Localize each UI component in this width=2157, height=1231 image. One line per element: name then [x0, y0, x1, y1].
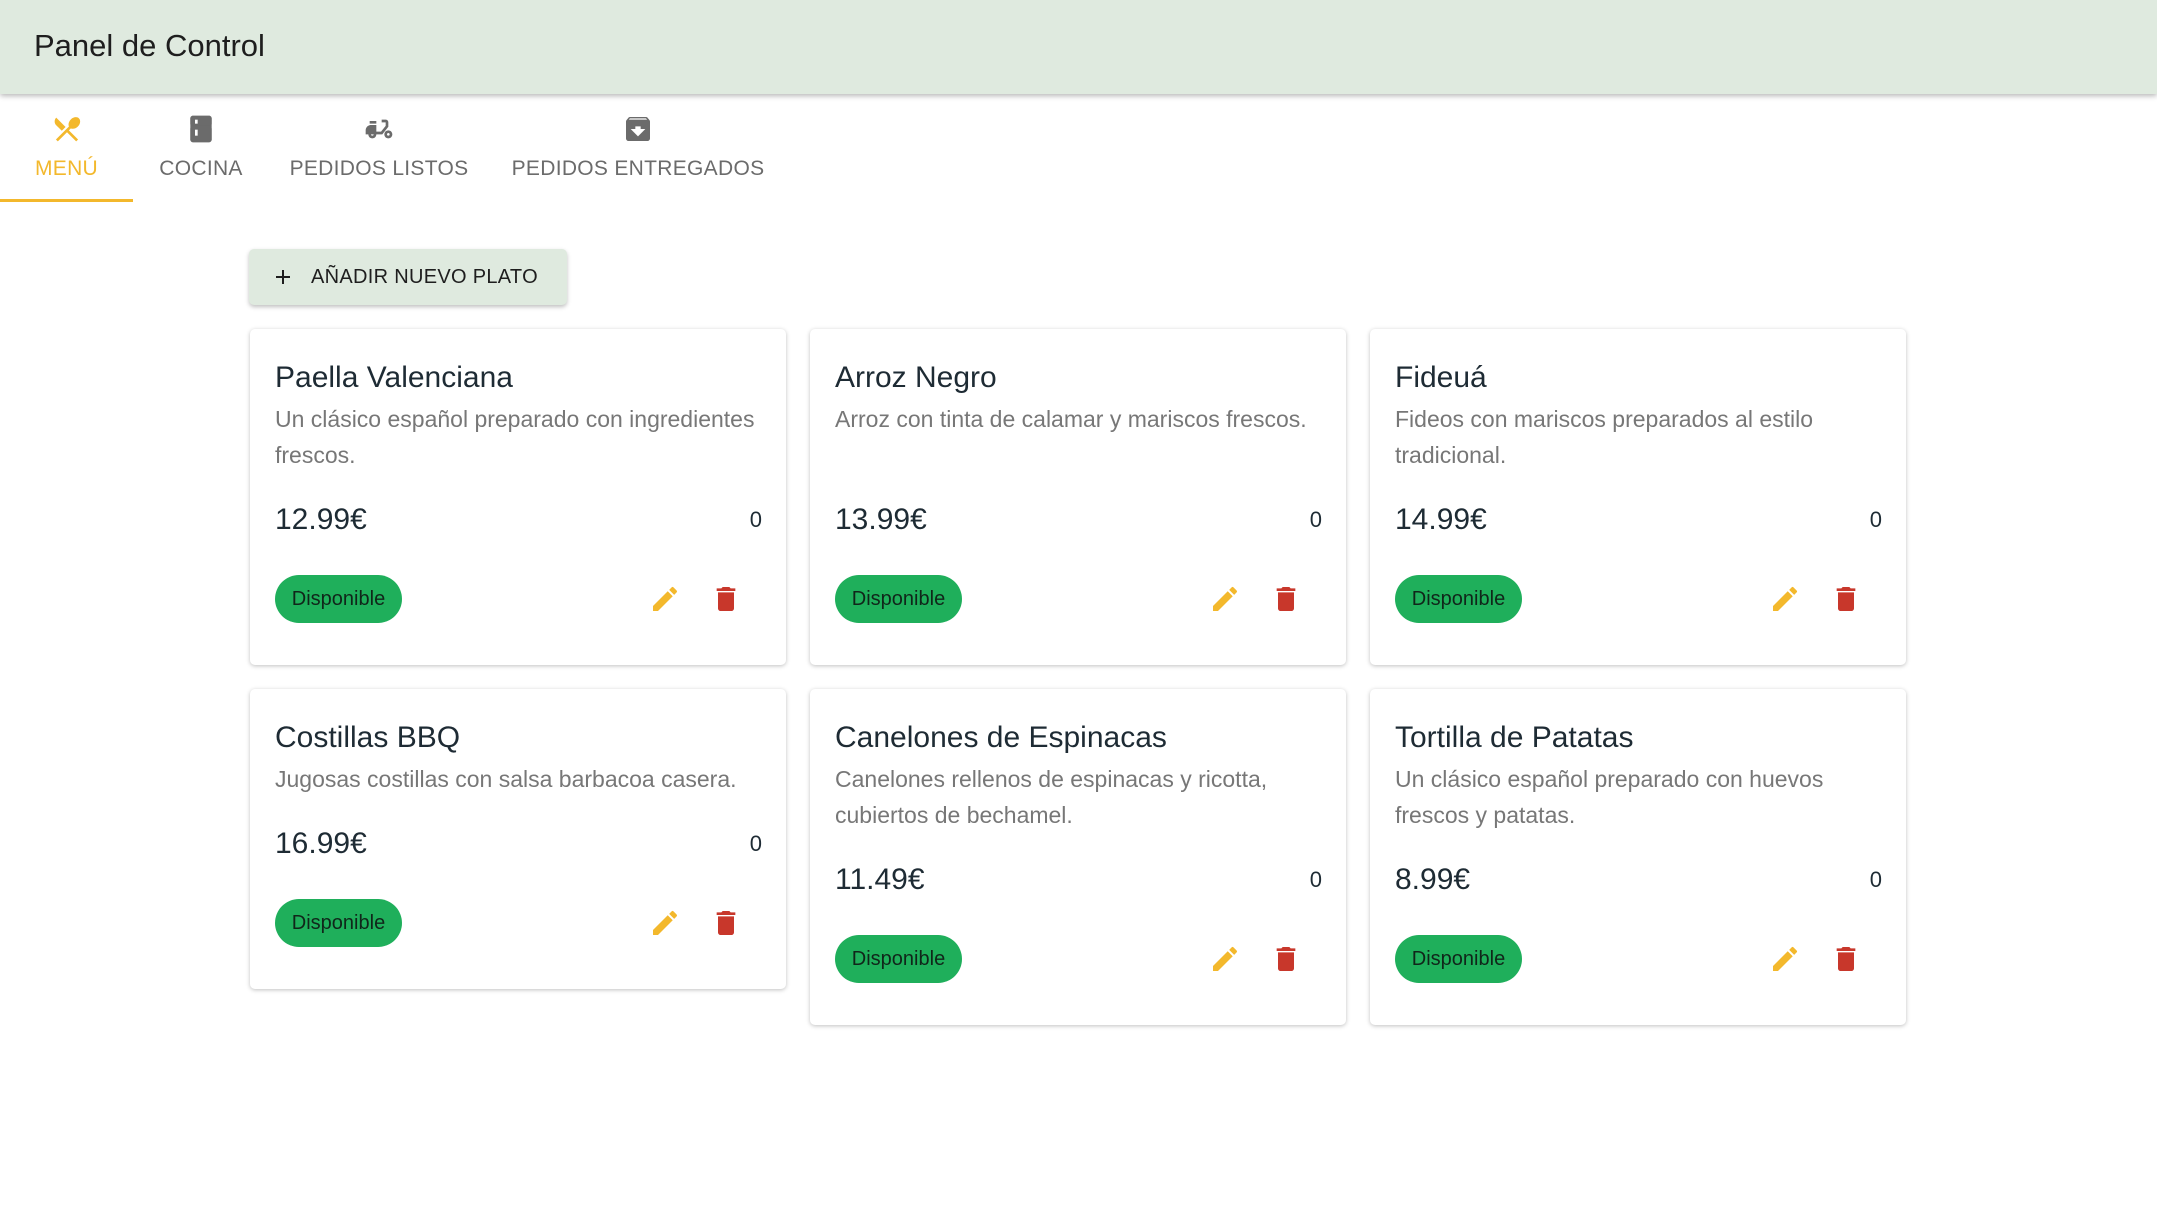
dish-card: Paella Valenciana Un clásico español pre… — [250, 329, 786, 665]
pencil-icon — [1213, 586, 1238, 611]
dish-price: 13.99€ — [835, 503, 927, 536]
dish-name: Fideuá — [1395, 361, 1487, 394]
dish-description: Jugosas costillas con salsa barbacoa cas… — [275, 766, 737, 792]
dish-card: Tortilla de Patatas Un clásico español p… — [1370, 689, 1906, 1025]
tab-cocina-label: COCINA — [159, 157, 243, 180]
add-dish-label: AÑADIR NUEVO PLATO — [311, 265, 538, 288]
edit-button[interactable] — [646, 904, 684, 942]
pencil-icon — [653, 586, 678, 611]
dish-count: 0 — [1309, 867, 1322, 892]
add-dish-button[interactable]: AÑADIR NUEVO PLATO — [249, 249, 567, 305]
status-chip-available[interactable]: Disponible — [835, 575, 962, 623]
pencil-icon — [1773, 586, 1798, 611]
trash-icon — [716, 911, 736, 935]
dish-card: Costillas BBQ Jugosas costillas con sals… — [250, 689, 786, 989]
delete-button[interactable] — [1827, 940, 1865, 978]
utensils-icon — [51, 113, 83, 145]
dish-price: 16.99€ — [275, 827, 367, 860]
tab-bar: MENÚ COCINA PEDIDOS LISTOS PEDIDOS ENTRE… — [0, 95, 2157, 203]
archive-box-icon — [622, 113, 654, 145]
dish-name: Costillas BBQ — [275, 721, 461, 754]
dish-description: Fideos con mariscos preparados al estilo… — [1395, 406, 1814, 468]
dish-price: 14.99€ — [1395, 503, 1487, 536]
dish-name: Tortilla de Patatas — [1395, 721, 1634, 754]
dish-description: Un clásico español preparado con huevos … — [1395, 766, 1824, 828]
tab-cocina[interactable]: COCINA — [140, 95, 262, 203]
dish-card: Arroz Negro Arroz con tinta de calamar y… — [810, 329, 1346, 665]
tab-pedidos-entregados[interactable]: PEDIDOS ENTREGADOS — [504, 95, 772, 203]
tab-menu-label: MENÚ — [34, 157, 99, 180]
app-title: Panel de Control — [34, 28, 265, 63]
tab-pedidos-listos-label: PEDIDOS LISTOS — [289, 157, 469, 180]
status-chip-available[interactable]: Disponible — [275, 575, 402, 623]
dish-count: 0 — [1869, 507, 1882, 532]
dish-count: 0 — [749, 831, 762, 856]
delete-button[interactable] — [707, 580, 745, 618]
trash-icon — [716, 587, 736, 611]
dish-price: 12.99€ — [275, 503, 367, 536]
dish-description: Un clásico español preparado con ingredi… — [275, 406, 755, 468]
trash-icon — [1836, 947, 1856, 971]
tab-pedidos-listos[interactable]: PEDIDOS LISTOS — [280, 95, 478, 203]
edit-button[interactable] — [1766, 580, 1804, 618]
dish-description: Canelones rellenos de espinacas y ricott… — [835, 766, 1268, 828]
status-chip-available[interactable]: Disponible — [1395, 935, 1522, 983]
trash-icon — [1836, 587, 1856, 611]
status-chip-available[interactable]: Disponible — [835, 935, 962, 983]
delete-button[interactable] — [1267, 940, 1305, 978]
dish-count: 0 — [749, 507, 762, 532]
edit-button[interactable] — [1766, 940, 1804, 978]
dish-card: Canelones de Espinacas Canelones relleno… — [810, 689, 1346, 1025]
status-chip-available[interactable]: Disponible — [275, 899, 402, 947]
dish-name: Arroz Negro — [835, 361, 997, 394]
delete-button[interactable] — [707, 904, 745, 942]
kitchen-icon — [185, 113, 217, 145]
dish-count: 0 — [1869, 867, 1882, 892]
edit-button[interactable] — [646, 580, 684, 618]
tab-pedidos-entregados-label: PEDIDOS ENTREGADOS — [511, 157, 765, 180]
edit-button[interactable] — [1206, 580, 1244, 618]
dish-price: 11.49€ — [835, 863, 925, 896]
dish-count: 0 — [1309, 507, 1322, 532]
dish-description: Arroz con tinta de calamar y mariscos fr… — [835, 406, 1307, 432]
plus-icon — [271, 265, 295, 289]
dish-price: 8.99€ — [1395, 863, 1471, 896]
active-tab-indicator — [0, 199, 133, 202]
tab-menu[interactable]: MENÚ — [0, 95, 133, 203]
pencil-icon — [1213, 946, 1238, 971]
delivery-scooter-icon — [363, 113, 395, 145]
trash-icon — [1276, 587, 1296, 611]
delete-button[interactable] — [1267, 580, 1305, 618]
dish-name: Paella Valenciana — [275, 361, 513, 394]
app-bar: Panel de Control — [0, 0, 2157, 94]
dish-card: Fideuá Fideos con mariscos preparados al… — [1370, 329, 1906, 665]
pencil-icon — [1773, 946, 1798, 971]
edit-button[interactable] — [1206, 940, 1244, 978]
trash-icon — [1276, 947, 1296, 971]
delete-button[interactable] — [1827, 580, 1865, 618]
dish-name: Canelones de Espinacas — [835, 721, 1167, 754]
pencil-icon — [653, 910, 678, 935]
status-chip-available[interactable]: Disponible — [1395, 575, 1522, 623]
